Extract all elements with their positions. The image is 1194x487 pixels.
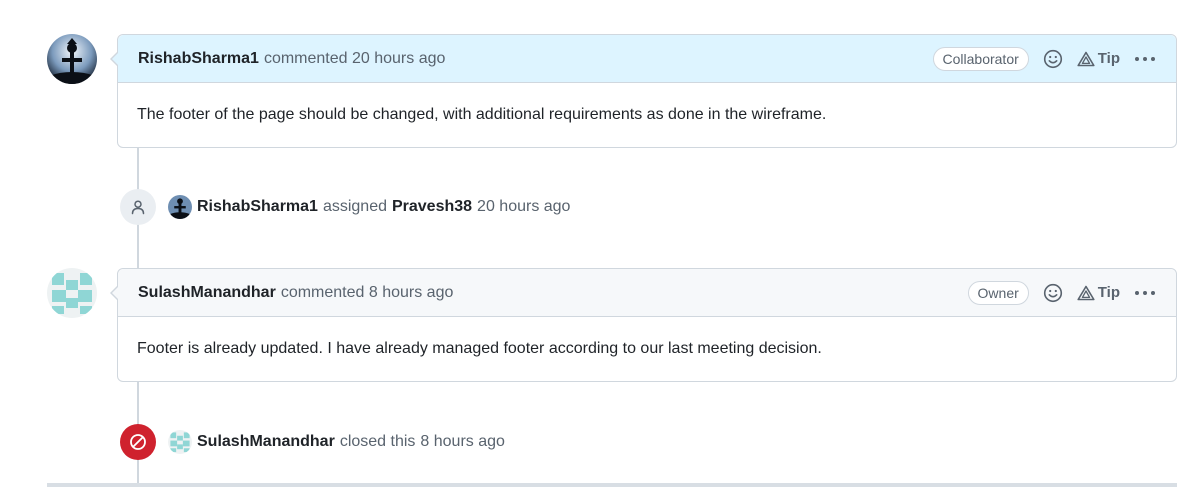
event-badge xyxy=(120,424,156,460)
triangle-icon xyxy=(1077,51,1095,66)
comment-card-1: RishabSharma1 commented 20 hours ago Col… xyxy=(110,34,1177,148)
add-reaction-button[interactable] xyxy=(1043,49,1063,69)
comment-timestamp[interactable]: commented 20 hours ago xyxy=(264,50,445,68)
kebab-horizontal-icon xyxy=(1135,56,1155,61)
tip-button[interactable]: Tip xyxy=(1077,50,1120,67)
tip-label: Tip xyxy=(1097,284,1120,301)
event-action: assigned xyxy=(322,198,387,215)
role-badge: Collaborator xyxy=(932,46,1029,71)
person-icon xyxy=(131,200,145,215)
timeline-event-assigned: RishabSharma1 assigned Pravesh38 20 hour… xyxy=(120,189,570,225)
comment-header: RishabSharma1 commented 20 hours ago Col… xyxy=(118,35,1176,83)
event-actor[interactable]: RishabSharma1 xyxy=(197,198,318,216)
comment-body: Footer is already updated. I have alread… xyxy=(137,340,822,357)
tip-button[interactable]: Tip xyxy=(1077,284,1120,301)
comment-card-2: SulashManandhar commented 8 hours ago Ow… xyxy=(110,268,1177,382)
avatar-sulashmanandhar-small[interactable] xyxy=(168,430,192,454)
comment-timestamp[interactable]: commented 8 hours ago xyxy=(281,284,454,302)
event-target-user[interactable]: Pravesh38 xyxy=(392,198,472,216)
tip-label: Tip xyxy=(1097,50,1120,67)
role-badge: Owner xyxy=(967,280,1029,305)
kebab-horizontal-icon xyxy=(1135,290,1155,295)
avatar-rishabsharma1-small[interactable] xyxy=(168,195,192,219)
avatar-sulashmanandhar[interactable] xyxy=(47,268,97,318)
avatar-rishabsharma1[interactable] xyxy=(47,34,97,84)
triangle-icon xyxy=(1077,285,1095,300)
smiley-icon xyxy=(1043,49,1062,68)
comment-header: SulashManandhar commented 8 hours ago Ow… xyxy=(118,269,1176,317)
skip-icon xyxy=(130,434,146,450)
timeline-bottom-divider xyxy=(47,483,1177,487)
comment-options-button[interactable] xyxy=(1134,56,1156,62)
comment-body: The footer of the page should be changed… xyxy=(137,106,827,123)
event-timestamp[interactable]: 8 hours ago xyxy=(420,433,505,451)
comment-author[interactable]: SulashManandhar xyxy=(138,284,276,302)
add-reaction-button[interactable] xyxy=(1043,283,1063,303)
event-timestamp[interactable]: 20 hours ago xyxy=(477,198,570,216)
smiley-icon xyxy=(1043,283,1062,302)
timeline-event-closed: SulashManandhar closed this 8 hours ago xyxy=(120,424,505,460)
comment-author[interactable]: RishabSharma1 xyxy=(138,50,259,68)
event-actor[interactable]: SulashManandhar xyxy=(197,433,335,451)
event-badge xyxy=(120,189,156,225)
comment-options-button[interactable] xyxy=(1134,290,1156,296)
event-action: closed this xyxy=(339,433,416,450)
